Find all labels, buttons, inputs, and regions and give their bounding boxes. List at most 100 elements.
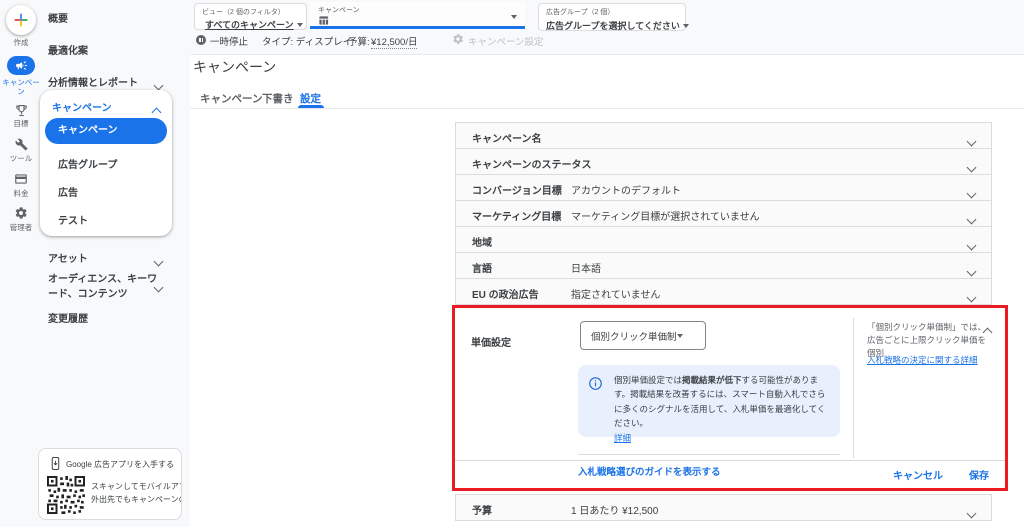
tab-settings[interactable]: 設定	[300, 91, 321, 106]
panel-bidding-expanded: 単価設定 個別クリック単価制 個別単価設定では掲載結果が低下する可能性があります…	[452, 305, 1008, 491]
rail-item-campaigns[interactable]	[7, 56, 35, 75]
campaign-type-text: タイプ: ディスプレイ	[262, 37, 353, 48]
create-button[interactable]	[6, 5, 36, 35]
panel-label: 言語	[472, 264, 492, 275]
panel-label: キャンペーンのステータス	[472, 160, 592, 171]
panel-conversion-goals[interactable]: コンバージョン目標 アカウントのデフォルト	[455, 174, 992, 201]
divider	[578, 454, 840, 455]
sidebar-item-change-history[interactable]: 変更履歴	[48, 310, 88, 325]
rail-item-billing[interactable]	[0, 172, 42, 186]
promo-line-1: スキャンしてモバイルアプリを	[91, 482, 181, 491]
sidebar-item-experiments[interactable]: テスト	[58, 212, 88, 227]
chevron-down-icon	[153, 252, 164, 270]
panel-value: 日本語	[571, 264, 601, 275]
cancel-button[interactable]: キャンセル	[893, 467, 943, 482]
view-filter-dropdown[interactable]: ビュー（2 個のフィルタ） すべてのキャンペーン	[194, 3, 307, 30]
bid-strategy-value: 個別クリック単価制	[591, 331, 677, 343]
tab-drafts[interactable]: 下書き	[262, 91, 294, 106]
panel-locations[interactable]: 地域	[455, 226, 992, 253]
ad-group-picker-dropdown[interactable]: 広告グループ（2 個） 広告グループを選択してください	[538, 3, 689, 31]
caret-down-icon	[676, 333, 683, 338]
paused-status-icon	[196, 35, 206, 45]
bidding-label: 単価設定	[471, 338, 511, 349]
bid-strategy-select[interactable]: 個別クリック単価制	[580, 321, 706, 350]
chevron-down-icon	[966, 504, 977, 522]
panel-value: 1 日あたり ¥12,500	[571, 506, 659, 517]
sidebar-item-audiences[interactable]: オーディエンス、キーワード、コンテンツ	[48, 272, 160, 302]
sidebar-item-recommendations[interactable]: 最適化案	[48, 42, 88, 57]
panel-label: マーケティング目標	[472, 212, 562, 223]
campaign-status-text[interactable]: 一時停止	[210, 34, 248, 48]
budget-label: 予算:	[348, 37, 370, 48]
google-ads-app: 作成 キャンペーン 目標 ツール 料金 管理者 概要 最適化案 分析情報とレポー…	[0, 0, 1024, 527]
panel-label: 予算	[472, 506, 492, 517]
rail-item-tools[interactable]	[0, 138, 42, 151]
phone-download-icon	[51, 457, 60, 470]
view-filter-label: ビュー（2 個のフィルタ）	[202, 9, 285, 16]
sidebar-group-campaigns[interactable]: キャンペーン	[52, 99, 112, 114]
promo-line-2: 外出先でもキャンペーンの最	[91, 495, 181, 504]
rail-label-campaigns: キャンペーン	[2, 78, 40, 97]
megaphone-icon	[15, 61, 27, 70]
caret-down-icon	[296, 22, 303, 27]
gear-icon	[15, 207, 27, 219]
panel-eu-political-ads[interactable]: EU の政治広告 指定されていません	[455, 278, 992, 305]
ad-group-picker-value: 広告グループを選択してください	[546, 21, 680, 31]
chevron-down-icon	[966, 288, 977, 306]
panel-value: マーケティング目標が選択されていません	[571, 212, 760, 223]
mobile-app-promo-card[interactable]: Google 広告アプリを入手する スキャンしてモバイルア 外出先でもキャンペー…	[38, 448, 182, 520]
plus-icon	[14, 13, 28, 27]
chevron-down-icon	[153, 278, 164, 296]
panel-languages[interactable]: 言語 日本語	[455, 252, 992, 279]
settings-gear-icon	[453, 34, 463, 44]
bidding-warning-box: 個別単価設定では掲載結果が低下する可能性があります。掲載結果を改善するには、スマ…	[578, 365, 840, 443]
view-filter-value: すべてのキャンペーン	[205, 20, 294, 30]
wrench-icon	[15, 138, 27, 151]
bid-strategy-details-link[interactable]: 入札戦略の決定に関する詳細	[867, 354, 978, 366]
create-label: 作成	[13, 38, 29, 47]
save-button[interactable]: 保存	[969, 467, 989, 482]
sidebar-item-insights[interactable]: 分析情報とレポート	[48, 74, 138, 89]
sidebar-item-campaigns-selected[interactable]: キャンペーン	[45, 118, 167, 144]
left-navigation: 作成 キャンペーン 目標 ツール 料金 管理者 概要 最適化案 分析情報とレポー…	[0, 0, 190, 527]
caret-down-icon	[511, 15, 517, 19]
panel-label: キャンペーン名	[472, 134, 542, 145]
promo-title: Google 広告アプリを入手する	[66, 460, 175, 469]
panel-campaign-name[interactable]: キャンペーン名	[455, 122, 992, 149]
info-icon	[589, 377, 602, 390]
panel-marketing-objective[interactable]: マーケティング目標 マーケティング目標が選択されていません	[455, 200, 992, 227]
chevron-up-icon[interactable]	[982, 323, 993, 341]
table-icon	[319, 16, 329, 25]
bidding-action-bar: キャンセル 保存	[455, 460, 1005, 488]
sidebar-item-overview[interactable]: 概要	[48, 10, 68, 25]
campaign-nav-card: キャンペーン キャンペーン 広告グループ 広告 テスト	[40, 90, 172, 236]
bidding-warning-text: 個別単価設定では掲載結果が低下する可能性があります。掲載結果を改善するには、スマ…	[614, 373, 832, 445]
campaign-picker-field[interactable]: キャンペーン	[310, 2, 525, 29]
panel-campaign-status[interactable]: キャンペーンのステータス	[455, 148, 992, 175]
campaign-settings-link[interactable]: キャンペーン設定	[468, 34, 544, 48]
rail-label-tools: ツール	[9, 154, 33, 163]
sidebar-item-assets[interactable]: アセット	[48, 250, 88, 265]
ad-group-picker-label: 広告グループ（2 個）	[546, 9, 615, 16]
warning-details-link[interactable]: 詳細	[614, 431, 832, 445]
budget-value[interactable]: ¥12,500/日	[371, 34, 418, 49]
billing-card-icon	[15, 174, 27, 184]
campaign-picker-label: キャンペーン	[318, 7, 360, 14]
caret-down-icon	[682, 23, 689, 28]
sidebar-item-ads[interactable]: 広告	[58, 184, 78, 199]
panel-label: 地域	[472, 238, 492, 249]
panel-budget[interactable]: 予算 1 日あたり ¥12,500	[455, 494, 992, 521]
rail-item-admin[interactable]	[0, 206, 42, 220]
rail-item-goals[interactable]	[0, 103, 42, 118]
page-title: キャンペーン	[193, 59, 277, 75]
rail-label-billing: 料金	[13, 189, 29, 198]
qr-code	[47, 476, 85, 514]
vertical-divider	[853, 318, 854, 458]
sidebar-item-ad-groups[interactable]: 広告グループ	[58, 156, 117, 171]
rail-label-admin: 管理者	[9, 223, 33, 232]
tab-divider	[190, 108, 1024, 109]
trophy-icon	[15, 104, 27, 117]
tab-campaigns[interactable]: キャンペーン	[200, 91, 262, 106]
panel-value: アカウントのデフォルト	[571, 186, 681, 197]
panel-label: コンバージョン目標	[472, 186, 562, 197]
